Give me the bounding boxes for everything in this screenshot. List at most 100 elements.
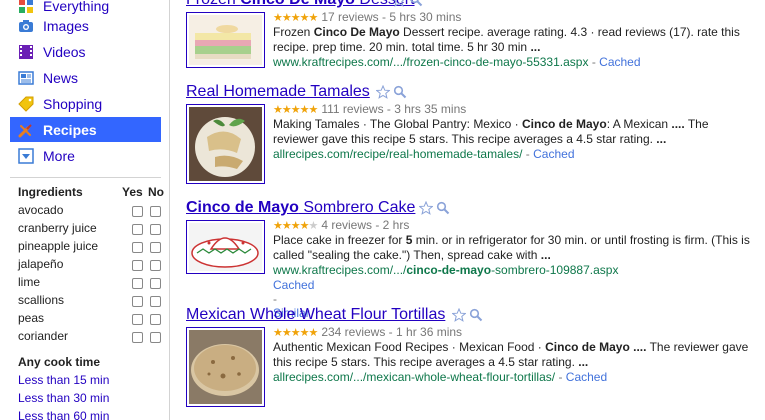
yes-checkbox[interactable] xyxy=(132,206,143,217)
no-checkbox[interactable] xyxy=(150,278,161,289)
nav-shopping[interactable]: Shopping xyxy=(10,91,161,116)
ingredient-row: jalapeño xyxy=(18,257,168,275)
title-icons xyxy=(375,84,407,102)
yes-checkbox[interactable] xyxy=(132,332,143,343)
title-text: Cinco De Mayo xyxy=(240,0,355,8)
snippet-text: Authentic Mexican Food Recipes · Mexican… xyxy=(273,340,546,354)
cached-link[interactable]: Cached xyxy=(273,278,314,292)
cook-time-heading: Any cook time xyxy=(18,355,101,369)
result-title[interactable]: Frozen Cinco De Mayo Dessert xyxy=(186,0,415,9)
ingredient-row: coriander xyxy=(18,329,168,347)
nav-recipes[interactable]: Recipes xyxy=(10,117,161,142)
result-snippet: Making Tamales · The Global Pantry: Mexi… xyxy=(273,117,753,147)
url-text[interactable]: allrecipes.com/recipe/real-homemade-tama… xyxy=(273,147,522,161)
url-prefix: www.kraftrecipes.com/.../ xyxy=(273,263,407,277)
rating-stars: ★★★★★ xyxy=(273,103,318,116)
ingredients-heading: Ingredients xyxy=(18,185,83,199)
magnifier-icon[interactable] xyxy=(436,201,450,218)
nav-images[interactable]: Images xyxy=(10,13,161,38)
yes-checkbox[interactable] xyxy=(132,260,143,271)
nav-news[interactable]: News xyxy=(10,65,161,90)
divider xyxy=(10,177,161,178)
magnifier-icon[interactable] xyxy=(469,308,483,325)
ingredient-row: peas xyxy=(18,311,168,329)
result-meta: ★★★★★ 17 reviews - 5 hrs 30 mins xyxy=(273,10,461,24)
magnifier-icon[interactable] xyxy=(409,0,423,10)
nav-label: Images xyxy=(43,17,89,34)
result-thumbnail[interactable] xyxy=(186,220,265,274)
yes-checkbox[interactable] xyxy=(132,224,143,235)
star-icon[interactable] xyxy=(418,200,434,218)
result-meta: ★★★★★ 234 reviews - 1 hr 36 mins xyxy=(273,325,462,339)
snippet-text: ... xyxy=(656,132,667,146)
separator: - xyxy=(525,147,530,161)
result-meta: ★★★★★ 111 reviews - 3 hrs 35 mins xyxy=(273,102,466,116)
url-text[interactable]: www.kraftrecipes.com/.../cinco-de-mayo-s… xyxy=(273,263,618,277)
yes-checkbox[interactable] xyxy=(132,242,143,253)
star-icon[interactable] xyxy=(392,0,406,10)
title-text: Real Homemade Tamales xyxy=(186,83,370,100)
result-title[interactable]: Mexican Whole Wheat Flour Tortillas xyxy=(186,306,445,324)
no-checkbox[interactable] xyxy=(150,224,161,235)
cached-link[interactable]: Cached xyxy=(566,370,607,384)
recipe-icon xyxy=(17,121,34,138)
yes-checkbox[interactable] xyxy=(132,296,143,307)
nav-more[interactable]: More xyxy=(10,143,161,168)
no-checkbox[interactable] xyxy=(150,314,161,325)
cook-time-link-15[interactable]: Less than 15 min xyxy=(18,373,109,387)
nav-label: Recipes xyxy=(43,121,97,138)
no-checkbox[interactable] xyxy=(150,206,161,217)
title-text: Mexican Whole Wheat Flour Tortillas xyxy=(186,306,446,323)
url-text[interactable]: www.kraftrecipes.com/.../frozen-cinco-de… xyxy=(273,55,588,69)
newspaper-icon xyxy=(17,69,34,86)
result-url: www.kraftrecipes.com/.../frozen-cinco-de… xyxy=(273,55,641,69)
ingredient-row: pineapple juice xyxy=(18,239,168,257)
cook-time-link-60[interactable]: Less than 60 min xyxy=(18,409,109,420)
snippet-text: ... xyxy=(578,355,589,369)
result-thumbnail[interactable] xyxy=(186,12,265,68)
title-icons xyxy=(418,200,450,218)
no-checkbox[interactable] xyxy=(150,242,161,253)
star-icon[interactable] xyxy=(375,84,391,102)
everything-icon xyxy=(17,0,34,14)
snippet-text: Place cake in freezer for xyxy=(273,233,406,247)
ingredient-label: scallions xyxy=(18,293,65,307)
yes-checkbox[interactable] xyxy=(132,314,143,325)
nav-videos[interactable]: Videos xyxy=(10,39,161,64)
magnifier-icon[interactable] xyxy=(393,85,407,102)
star-icon[interactable] xyxy=(451,307,467,325)
nav-label: Shopping xyxy=(43,95,103,112)
separator: - xyxy=(558,370,563,384)
cached-link[interactable]: Cached xyxy=(533,147,574,161)
result-thumbnail[interactable] xyxy=(186,104,265,184)
url-suffix: -sombrero-109887.aspx xyxy=(491,263,619,277)
ingredient-label: pineapple juice xyxy=(18,239,99,253)
ingredient-label: cranberry juice xyxy=(18,221,97,235)
no-checkbox[interactable] xyxy=(150,332,161,343)
title-text: Frozen xyxy=(186,0,240,8)
no-checkbox[interactable] xyxy=(150,260,161,271)
dessert-image xyxy=(189,15,262,65)
result-title[interactable]: Cinco de Mayo Sombrero Cake xyxy=(186,199,415,217)
result-title[interactable]: Real Homemade Tamales xyxy=(186,83,370,101)
meta-text: 234 reviews - 1 hr 36 mins xyxy=(321,325,463,339)
cook-time-link-30[interactable]: Less than 30 min xyxy=(18,391,109,405)
ingredient-row: lime xyxy=(18,275,168,293)
url-bold: cinco-de-mayo xyxy=(406,263,492,277)
tamales-image xyxy=(189,107,262,181)
title-text: Cinco de Mayo xyxy=(186,199,299,216)
nav-label: News xyxy=(43,69,79,86)
snippet-text: ... xyxy=(540,248,551,262)
url-text[interactable]: allrecipes.com/.../mexican-whole-wheat-f… xyxy=(273,370,555,384)
chevron-down-icon xyxy=(17,147,34,164)
rating-stars: ★★★★★ xyxy=(273,11,318,24)
cached-link[interactable]: Cached xyxy=(599,55,640,69)
result-thumbnail[interactable] xyxy=(186,327,265,407)
nav-label: Everything xyxy=(43,0,110,14)
result-url: www.kraftrecipes.com/.../cinco-de-mayo-s… xyxy=(273,263,618,277)
yes-checkbox[interactable] xyxy=(132,278,143,289)
snippet-text: Frozen xyxy=(273,25,314,39)
snippet-text: .... xyxy=(671,117,685,131)
no-checkbox[interactable] xyxy=(150,296,161,307)
ingredient-label: avocado xyxy=(18,203,64,217)
